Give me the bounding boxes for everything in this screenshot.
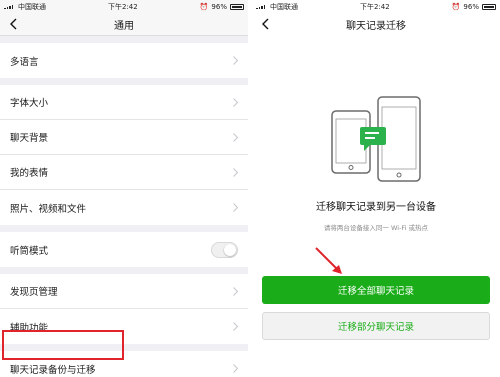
row-chat-background[interactable]: 聊天背景 xyxy=(0,120,248,155)
battery-icon xyxy=(481,3,496,10)
alarm-icon: ⏰ xyxy=(451,2,461,11)
row-discover-manage[interactable]: 发现页管理 xyxy=(0,274,248,309)
back-icon[interactable] xyxy=(6,17,20,31)
row-label: 聊天背景 xyxy=(10,133,49,144)
row-label: 照片、视频和文件 xyxy=(10,203,87,215)
status-bar: 中国联通 下午2:42 ⏰ 96% xyxy=(252,0,500,13)
row-label: 多语言 xyxy=(10,56,39,68)
row-language[interactable]: 多语言 xyxy=(0,43,248,78)
earpiece-mode-toggle[interactable] xyxy=(211,241,238,258)
row-label: 聊天记录备份与迁移 xyxy=(10,364,96,376)
row-media-files[interactable]: 照片、视频和文件 xyxy=(0,190,248,225)
row-earpiece-mode: 听筒模式 xyxy=(0,232,248,267)
chevron-right-icon xyxy=(233,286,238,296)
alarm-icon: ⏰ xyxy=(199,2,209,11)
back-icon[interactable] xyxy=(258,17,272,31)
migration-subtext: 请将两台设备接入同一 Wi-Fi 或热点 xyxy=(323,224,429,232)
chevron-right-icon xyxy=(233,167,238,177)
chat-migration-screen: 中国联通 下午2:42 ⏰ 96% 聊天记录迁移 迁移聊天记录到另一台设备 请将… xyxy=(252,0,500,377)
chevron-right-icon xyxy=(233,203,238,212)
row-label: 我的表情 xyxy=(10,168,49,179)
chevron-right-icon xyxy=(233,364,238,373)
migrate-all-button[interactable]: 迁移全部聊天记录 xyxy=(262,276,490,304)
row-label: 字体大小 xyxy=(10,98,49,109)
migrate-partial-button[interactable]: 迁移部分聊天记录 xyxy=(262,312,490,340)
red-arrow xyxy=(315,247,342,274)
page-title: 聊天记录迁移 xyxy=(346,21,406,32)
row-my-stickers[interactable]: 我的表情 xyxy=(0,155,248,190)
signal-icon xyxy=(4,4,15,9)
chevron-right-icon xyxy=(233,322,238,331)
battery-icon xyxy=(229,3,244,10)
row-label: 发现页管理 xyxy=(10,287,58,298)
chevron-right-icon xyxy=(233,97,238,107)
status-bar: 中国联通 下午2:42 ⏰ 96% xyxy=(0,0,248,13)
general-settings-screen: 中国联通 下午2:42 ⏰ 96% 通用 多语言 字体大小 聊天背景 我的表情 … xyxy=(0,0,248,377)
migration-heading: 迁移聊天记录到另一台设备 xyxy=(316,202,436,213)
page-title: 通用 xyxy=(114,20,134,32)
chevron-right-icon xyxy=(233,132,238,142)
carrier-label: 中国联通 xyxy=(18,2,46,11)
status-time: 下午2:42 xyxy=(107,2,138,11)
chevron-right-icon xyxy=(233,56,238,65)
battery-percent: 96% xyxy=(463,2,479,11)
row-font-size[interactable]: 字体大小 xyxy=(0,85,248,120)
phone-migration-illustration xyxy=(331,96,421,182)
nav-bar: 通用 xyxy=(0,13,248,36)
highlight-box xyxy=(2,330,124,360)
row-label: 听筒模式 xyxy=(10,245,49,257)
status-time: 下午2:42 xyxy=(359,2,390,11)
signal-icon xyxy=(256,4,267,9)
battery-percent: 96% xyxy=(211,2,227,11)
nav-bar: 聊天记录迁移 xyxy=(252,13,500,36)
carrier-label: 中国联通 xyxy=(270,2,298,11)
